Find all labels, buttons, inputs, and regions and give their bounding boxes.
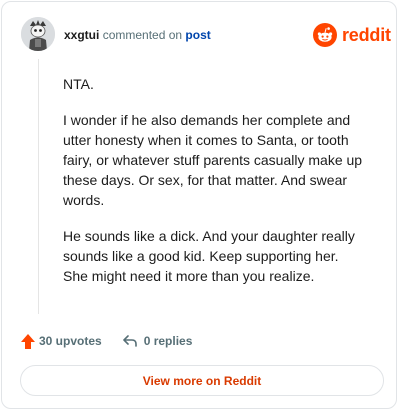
upvote-count: 30 upvotes <box>39 334 102 348</box>
comment-body: NTA. I wonder if he also demands her com… <box>63 74 363 302</box>
comment-header: xxgtui commented on post <box>64 27 211 43</box>
upvote-button[interactable]: 30 upvotes <box>20 333 102 350</box>
action-text: commented on <box>102 28 183 42</box>
reddit-logo[interactable]: reddit <box>313 23 391 47</box>
upvote-arrow-icon <box>21 333 35 349</box>
reddit-wordmark: reddit <box>342 24 391 45</box>
avatar[interactable] <box>21 17 55 51</box>
avatar-icon <box>21 17 55 51</box>
comment-paragraph: I wonder if he also demands her complete… <box>63 112 363 208</box>
thread-line <box>38 59 39 314</box>
comment-paragraph: He sounds like a dick. And your daughter… <box>63 228 355 284</box>
view-more-button[interactable]: View more on Reddit <box>20 365 384 396</box>
post-link[interactable]: post <box>185 28 210 42</box>
comment-actions: 30 upvotes 0 replies <box>20 332 192 350</box>
replies-button[interactable]: 0 replies <box>122 334 193 348</box>
embedded-comment-card: xxgtui commented on post reddit NTA. I w… <box>1 1 397 409</box>
reply-count: 0 replies <box>143 334 193 348</box>
comment-paragraph: NTA. <box>63 76 94 92</box>
username-link[interactable]: xxgtui <box>64 28 99 42</box>
reddit-snoo-icon <box>313 23 337 47</box>
reply-arrow-icon <box>122 335 137 347</box>
